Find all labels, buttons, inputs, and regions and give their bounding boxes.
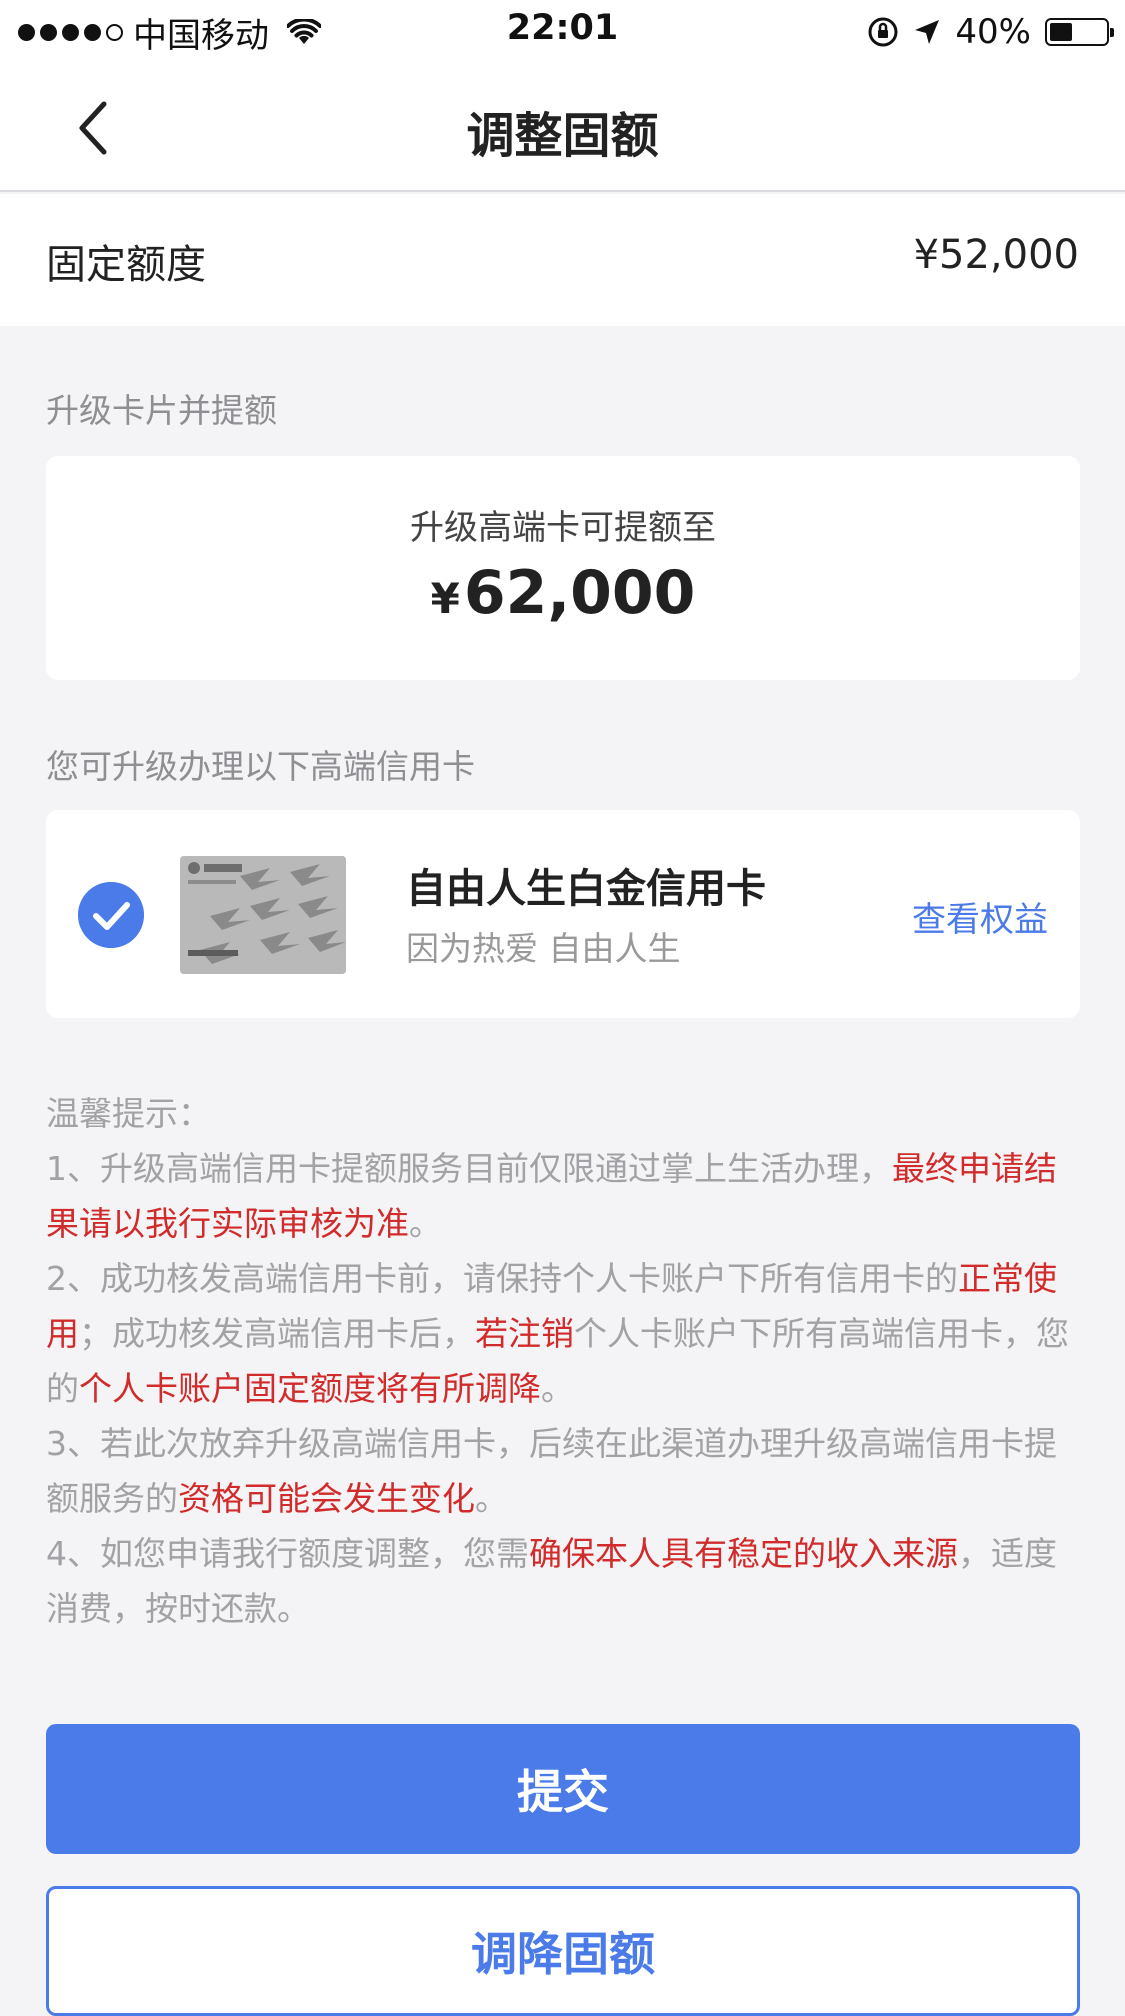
card-slogan: 因为热爱 自由人生 [406, 929, 681, 968]
tip-text: 。 [475, 1479, 508, 1518]
page-title: 调整固额 [466, 108, 659, 164]
upgrade-limit-box: 升级高端卡可提额至 ¥62,000 [46, 456, 1080, 680]
submit-button[interactable]: 提交 [46, 1724, 1080, 1854]
credit-card-image [180, 856, 346, 974]
tip-highlight: 个人卡账户固定额度将有所调降 [79, 1369, 541, 1408]
tip-highlight: 确保本人具有稳定的收入来源 [529, 1534, 958, 1573]
tip-item-1: 1、升级高端信用卡提额服务目前仅限通过掌上生活办理，最终申请结果请以我行实际审核… [46, 1141, 1080, 1251]
upgrade-amount: ¥62,000 [46, 558, 1080, 628]
status-bar: 中国移动 22:01 40% [0, 0, 1125, 64]
currency-symbol: ¥ [430, 574, 460, 623]
card-name: 自由人生白金信用卡 [406, 866, 766, 912]
view-benefits-link[interactable]: 查看权益 [912, 892, 1048, 941]
card-option[interactable]: 自由人生白金信用卡 因为热爱 自由人生 查看权益 [46, 810, 1080, 1018]
tips-title: 温馨提示： [46, 1094, 211, 1133]
status-right: 40% [867, 10, 1114, 54]
tip-text: 2、成功核发高端信用卡前，请保持个人卡账户下所有信用卡的 [46, 1259, 958, 1298]
nav-bar: 调整固额 [0, 64, 1125, 192]
tip-item-4: 4、如您申请我行额度调整，您需确保本人具有稳定的收入来源，适度消费，按时还款。 [46, 1526, 1080, 1636]
upgrade-subtitle: 升级高端卡可提额至 [410, 508, 716, 548]
cards-section-label: 您可升级办理以下高端信用卡 [46, 747, 475, 786]
tip-text: 。 [541, 1369, 574, 1408]
tip-text: 4、如您申请我行额度调整，您需 [46, 1534, 529, 1573]
decrease-limit-button[interactable]: 调降固额 [46, 1886, 1080, 2016]
location-arrow-icon [915, 20, 940, 44]
checkmark-icon[interactable] [78, 882, 144, 948]
tip-text: 。 [409, 1204, 442, 1243]
upgrade-amount-value: 62,000 [463, 558, 696, 628]
tip-text: ；成功核发高端信用卡后， [79, 1314, 475, 1353]
tips-section: 温馨提示： 1、升级高端信用卡提额服务目前仅限通过掌上生活办理，最终申请结果请以… [46, 1086, 1080, 1636]
tip-item-2: 2、成功核发高端信用卡前，请保持个人卡账户下所有信用卡的正常使用；成功核发高端信… [46, 1251, 1080, 1416]
upgrade-section-label: 升级卡片并提额 [46, 391, 277, 430]
tip-item-3: 3、若此次放弃升级高端信用卡，后续在此渠道办理升级高端信用卡提额服务的资格可能会… [46, 1416, 1080, 1526]
orientation-lock-icon [868, 17, 898, 47]
battery-fill [1050, 23, 1072, 41]
battery-percent: 40% [955, 12, 1031, 52]
fixed-limit-row: 固定额度 ¥52,000 [0, 194, 1125, 326]
fixed-limit-value: ¥52,000 [913, 232, 1079, 278]
tip-highlight: 若注销 [475, 1314, 574, 1353]
battery-icon [1045, 18, 1114, 46]
tip-text: 1、升级高端信用卡提额服务目前仅限通过掌上生活办理， [46, 1149, 892, 1188]
tip-highlight: 资格可能会发生变化 [178, 1479, 475, 1518]
fixed-limit-label: 固定额度 [46, 242, 206, 288]
